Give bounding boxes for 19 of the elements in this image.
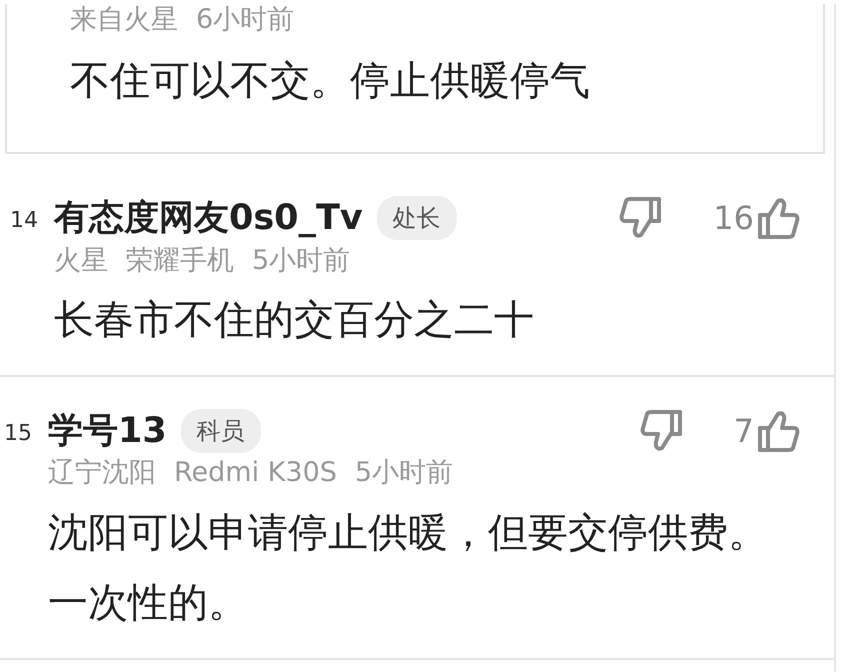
username: 学号13	[48, 410, 167, 453]
meta-text: 荣耀手机	[126, 244, 234, 276]
meta-text: 5小时前	[252, 244, 350, 276]
comment-text: 长春市不住的交百分之二十	[54, 296, 535, 345]
comment-text: 不住可以不交。停止供暖停气	[70, 57, 591, 106]
rank-tag: 科员	[180, 409, 261, 454]
meta-text: 辽宁沈阳	[48, 457, 156, 488]
meta-text: 来自火星	[70, 4, 178, 35]
rank-tag: 处长	[376, 196, 457, 240]
like-count: 16	[713, 198, 754, 240]
username: 有态度网友0s0_Tv	[54, 197, 363, 240]
comment-text: 沈阳可以申请停止供暖，但要交停供费。一次性的。	[48, 508, 768, 628]
floor-number: 15	[4, 420, 33, 448]
meta-text: 6小时前	[196, 4, 294, 35]
meta-text: 火星	[54, 244, 108, 276]
meta-text: 5小时前	[354, 457, 454, 488]
meta-text: Redmi K30S	[174, 457, 337, 488]
floor-number: 14	[10, 207, 39, 235]
like-count: 7	[734, 411, 754, 452]
